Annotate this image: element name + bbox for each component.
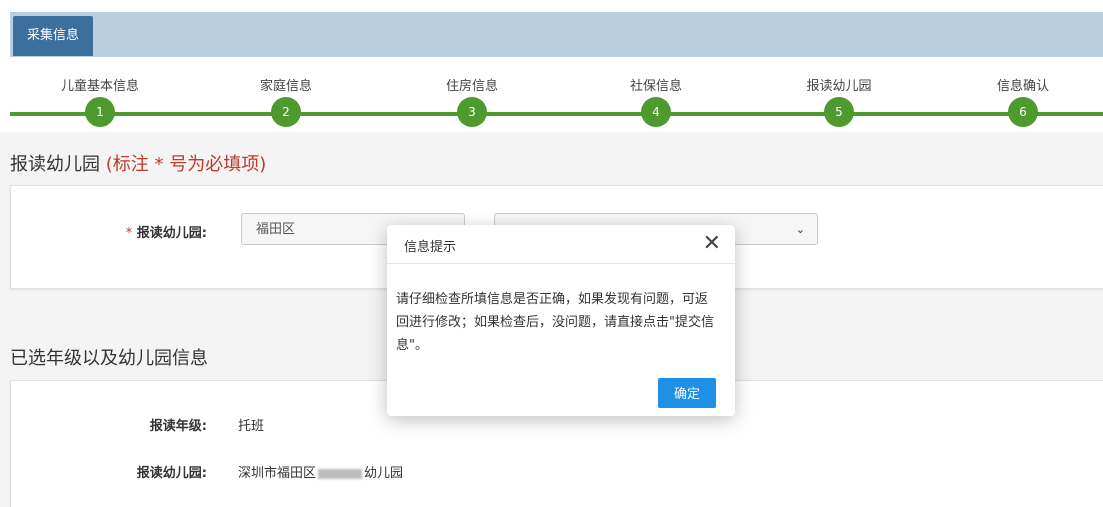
section-title-kindergarten: 报读幼儿园 (标注 * 号为必填项): [10, 150, 266, 176]
kindergarten-label-text: 报读幼儿园:: [136, 226, 207, 241]
step-number: 2: [271, 97, 301, 127]
tab-collect-info[interactable]: 采集信息: [13, 16, 93, 56]
close-icon[interactable]: ✕: [703, 231, 721, 256]
kindergarten-info-label: 报读幼儿园:: [136, 466, 207, 481]
progress-steps: 儿童基本信息 1 家庭信息 2 住房信息 3 社保信息 4 报读幼儿园 5 信息…: [0, 57, 1103, 132]
step-6: 信息确认 6: [953, 75, 1093, 127]
step-number: 1: [85, 97, 115, 127]
step-label: 儿童基本信息: [60, 79, 139, 94]
step-3: 住房信息 3: [402, 75, 542, 127]
section-title-text: 报读幼儿园: [10, 154, 100, 175]
confirm-button[interactable]: 确定: [658, 378, 716, 408]
progress-line: [10, 112, 1103, 116]
required-star: *: [125, 226, 133, 241]
step-5: 报读幼儿园 5: [769, 75, 909, 127]
step-label: 住房信息: [445, 79, 498, 94]
step-label: 社保信息: [629, 79, 682, 94]
redacted-name: [318, 468, 363, 479]
step-number: 3: [457, 97, 487, 127]
step-4: 社保信息 4: [586, 75, 726, 127]
step-label: 家庭信息: [259, 79, 312, 94]
district-select-value: 福田区: [256, 222, 296, 237]
step-number: 6: [1008, 97, 1038, 127]
step-label: 信息确认: [996, 79, 1049, 94]
info-dialog: 信息提示 ✕ 请仔细检查所填信息是否正确，如果发现有问题，可返回进行修改；如果检…: [387, 225, 735, 416]
grade-value: 托班: [238, 419, 265, 434]
dialog-header: 信息提示 ✕: [387, 225, 735, 264]
kindergarten-prefix: 深圳市福田区: [238, 466, 317, 481]
chevron-down-icon: ⌄: [795, 223, 805, 236]
tab-strip: [10, 12, 1103, 57]
step-number: 4: [641, 97, 671, 127]
top-bar: 采集信息: [0, 0, 1103, 57]
kindergarten-field-label: * 报读幼儿园:: [87, 222, 207, 241]
dialog-message: 请仔细检查所填信息是否正确，如果发现有问题，可返回进行修改；如果检查后，没问题，…: [396, 292, 714, 353]
grade-label: 报读年级:: [149, 419, 207, 434]
kindergarten-info-value: 深圳市福田区 幼儿园: [238, 462, 403, 481]
required-note: (标注 * 号为必填项): [105, 154, 267, 175]
step-label: 报读幼儿园: [806, 79, 872, 94]
kindergarten-suffix: 幼儿园: [364, 466, 404, 481]
step-1: 儿童基本信息 1: [30, 75, 170, 127]
step-2: 家庭信息 2: [216, 75, 356, 127]
dialog-title: 信息提示: [404, 240, 457, 255]
section-title-selected: 已选年级以及幼儿园信息: [10, 348, 208, 369]
step-number: 5: [824, 97, 854, 127]
